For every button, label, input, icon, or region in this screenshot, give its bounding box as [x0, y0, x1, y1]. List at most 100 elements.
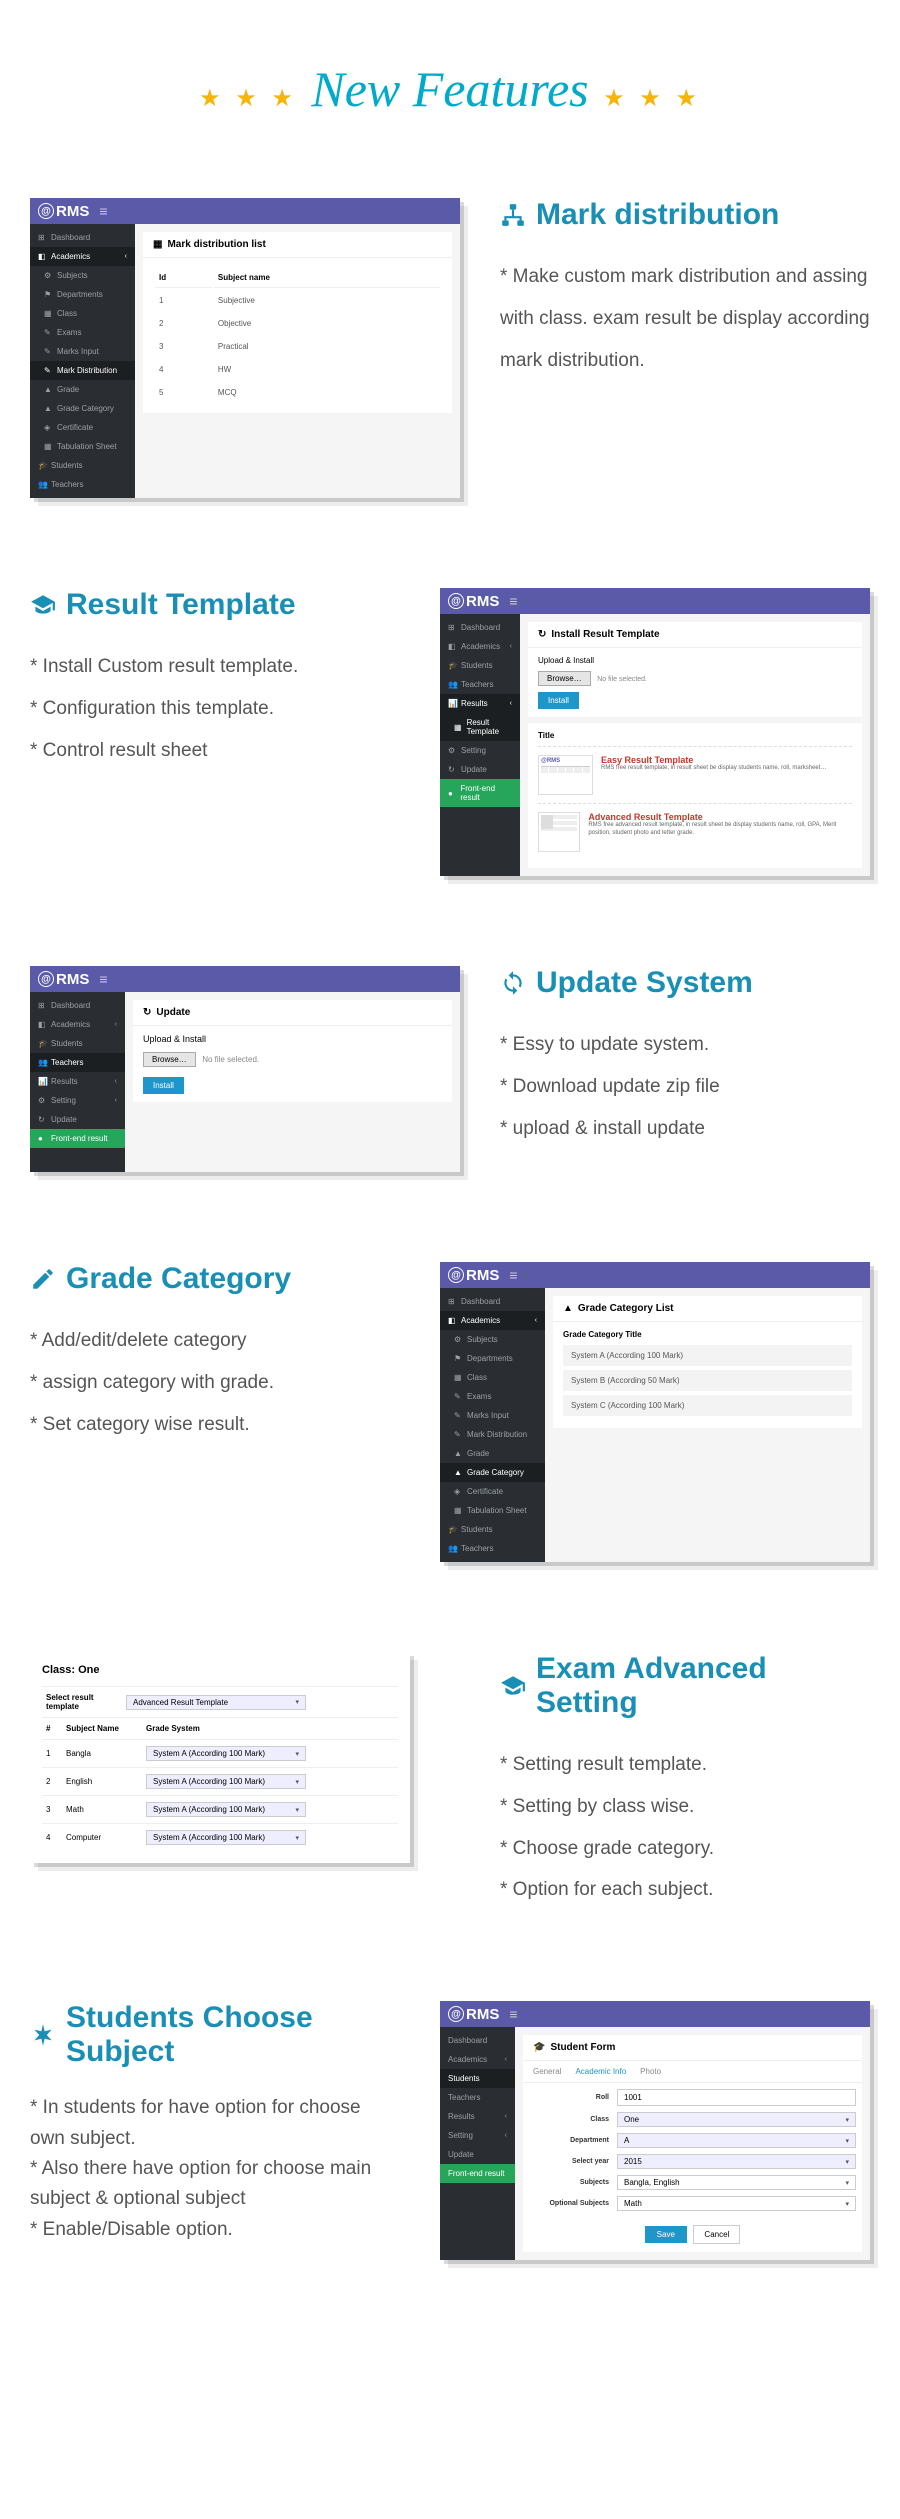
list-item[interactable]: System A (According 100 Mark) [563, 1345, 852, 1366]
sidebar-item[interactable]: Front-end result [440, 2164, 515, 2183]
feature-description: * Install Custom result template. * Conf… [30, 646, 400, 771]
sidebar-item[interactable]: ◈Certificate [440, 1482, 545, 1501]
sidebar-item[interactable]: Students [440, 2069, 515, 2088]
sidebar: ⊞Dashboard ◧Academics‹ 🎓Students 👥Teache… [440, 614, 520, 876]
sidebar-item[interactable]: 🎓Students [440, 656, 520, 675]
menu-toggle-icon[interactable]: ≡ [99, 203, 107, 219]
sidebar-item[interactable]: ⚙Subjects [440, 1330, 545, 1349]
sidebar-item[interactable]: ▲Grade [30, 380, 135, 399]
tab-photo[interactable]: Photo [640, 2067, 661, 2076]
menu-toggle-icon[interactable]: ≡ [509, 1267, 517, 1283]
sidebar-item[interactable]: ◈Certificate [30, 418, 135, 437]
sidebar-item[interactable]: ✎Exams [440, 1387, 545, 1406]
screenshot-result-template: @RMS ≡ ⊞Dashboard ◧Academics‹ 🎓Students … [440, 588, 870, 876]
list-item[interactable]: System B (According 50 Mark) [563, 1370, 852, 1391]
sidebar-item[interactable]: 👥Teachers [440, 1539, 545, 1558]
sidebar-item[interactable]: ⚑Departments [30, 285, 135, 304]
grade-select[interactable]: System A (According 100 Mark)▾ [146, 1746, 306, 1761]
grade-select[interactable]: System A (According 100 Mark)▾ [146, 1830, 306, 1845]
sidebar-item[interactable]: ✎Mark Distribution [440, 1425, 545, 1444]
sidebar-item[interactable]: 📊Results‹ [30, 1072, 125, 1091]
col-header: # [46, 1724, 66, 1733]
browse-button[interactable]: Browse… [143, 1052, 196, 1067]
sidebar-item[interactable]: ▦Class [440, 1368, 545, 1387]
sidebar-item[interactable]: ●Front-end result [30, 1129, 125, 1148]
sidebar-item[interactable]: Setting‹ [440, 2126, 515, 2145]
sidebar-item[interactable]: 👥Teachers [440, 675, 520, 694]
sidebar-item[interactable]: ◧Academics‹ [440, 637, 520, 656]
install-button[interactable]: Install [143, 1077, 184, 1094]
table-row: 5MCQ [155, 382, 440, 403]
menu-toggle-icon[interactable]: ≡ [509, 593, 517, 609]
sidebar-item[interactable]: 🎓Students [30, 1034, 125, 1053]
feature-description: * Make custom mark distribution and assi… [500, 256, 870, 381]
asterisk-icon [30, 2022, 56, 2048]
save-button[interactable]: Save [645, 2226, 687, 2243]
sidebar-item[interactable]: ◧Academics‹ [30, 247, 135, 266]
table-row: 3 Math System A (According 100 Mark)▾ [42, 1795, 398, 1823]
sidebar-item[interactable]: ✎Marks Input [30, 342, 135, 361]
sidebar-item[interactable]: ▲Grade [440, 1444, 545, 1463]
feature-description: * Add/edit/delete category * assign cate… [30, 1320, 400, 1445]
grade-select[interactable]: System A (According 100 Mark)▾ [146, 1802, 306, 1817]
feature-update-system: @RMS ≡ ⊞Dashboard ◧Academics‹ 🎓Students … [30, 966, 870, 1172]
field-label: Optional Subjects [529, 2200, 609, 2207]
sidebar-item[interactable]: ▦Tabulation Sheet [30, 437, 135, 456]
panel-title: ↻ Update [133, 1000, 452, 1026]
sidebar-item[interactable]: ⊞Dashboard [30, 996, 125, 1015]
template-select[interactable]: Advanced Result Template▾ [126, 1695, 306, 1710]
dept-select[interactable]: A▾ [617, 2133, 856, 2148]
sidebar-item[interactable]: ⚙Subjects [30, 266, 135, 285]
upload-label: Upload & Install [538, 656, 852, 665]
sidebar-item[interactable]: 🎓Students [440, 1520, 545, 1539]
subjects-select[interactable]: Bangla, English▾ [617, 2175, 856, 2190]
sidebar-item[interactable]: ↻Update [30, 1110, 125, 1129]
sidebar-item[interactable]: ▲Grade Category [30, 399, 135, 418]
sidebar-item[interactable]: ▦Tabulation Sheet [440, 1501, 545, 1520]
field-label: Roll [529, 2094, 609, 2101]
grade-select[interactable]: System A (According 100 Mark)▾ [146, 1774, 306, 1789]
sidebar-item[interactable]: Academics‹ [440, 2050, 515, 2069]
sidebar: ⊞Dashboard ◧Academics‹ ⚙Subjects ⚑Depart… [440, 1288, 545, 1562]
sidebar-item[interactable]: ⚙Setting [440, 741, 520, 760]
sidebar: Dashboard Academics‹ Students Teachers R… [440, 2027, 515, 2260]
roll-input[interactable]: 1001 [617, 2089, 856, 2106]
sidebar-item[interactable]: Update [440, 2145, 515, 2164]
tab-general[interactable]: General [533, 2067, 561, 2076]
install-button[interactable]: Install [538, 692, 579, 709]
sidebar-item[interactable]: Results‹ [440, 2107, 515, 2126]
sidebar-item[interactable]: ⊞Dashboard [30, 228, 135, 247]
sidebar-item[interactable]: ↻Update [440, 760, 520, 779]
sidebar-item[interactable]: ◧Academics‹ [30, 1015, 125, 1034]
sidebar-item[interactable]: ◧Academics‹ [440, 1311, 545, 1330]
cancel-button[interactable]: Cancel [693, 2225, 740, 2244]
sidebar-item[interactable]: Teachers [440, 2088, 515, 2107]
sidebar-item[interactable]: 👥Teachers [30, 1053, 125, 1072]
menu-toggle-icon[interactable]: ≡ [99, 971, 107, 987]
sidebar-item[interactable]: Dashboard [440, 2031, 515, 2050]
year-select[interactable]: 2015▾ [617, 2154, 856, 2169]
sidebar: ⊞Dashboard ◧Academics‹ ⚙Subjects ⚑Depart… [30, 224, 135, 498]
tab-academic[interactable]: Academic Info [575, 2067, 626, 2076]
sidebar-item[interactable]: ✎Exams [30, 323, 135, 342]
browse-button[interactable]: Browse… [538, 671, 591, 686]
sidebar-item[interactable]: ▦Result Template [440, 713, 520, 741]
sidebar-item[interactable]: ●Front-end result [440, 779, 520, 807]
sidebar-item[interactable]: ⚙Setting‹ [30, 1091, 125, 1110]
sidebar-item[interactable]: 📊Results‹ [440, 694, 520, 713]
optional-select[interactable]: Math▾ [617, 2196, 856, 2211]
sidebar-item[interactable]: ✎Mark Distribution [30, 361, 135, 380]
sidebar-item[interactable]: 🎓Students [30, 456, 135, 475]
sidebar-item[interactable]: ▲Grade Category [440, 1463, 545, 1482]
class-select[interactable]: One▾ [617, 2112, 856, 2127]
template-card: Advanced Result TemplateRMS free advance… [538, 803, 852, 860]
sidebar-item[interactable]: 👥Teachers [30, 475, 135, 494]
sidebar-item[interactable]: ✎Marks Input [440, 1406, 545, 1425]
sidebar-item[interactable]: ▦Class [30, 304, 135, 323]
sidebar-item[interactable]: ⚑Departments [440, 1349, 545, 1368]
sidebar-item[interactable]: ⊞Dashboard [440, 618, 520, 637]
list-item[interactable]: System C (According 100 Mark) [563, 1395, 852, 1416]
menu-toggle-icon[interactable]: ≡ [509, 2006, 517, 2022]
screenshot-student-form: @RMS ≡ Dashboard Academics‹ Students Tea… [440, 2001, 870, 2260]
sidebar-item[interactable]: ⊞Dashboard [440, 1292, 545, 1311]
